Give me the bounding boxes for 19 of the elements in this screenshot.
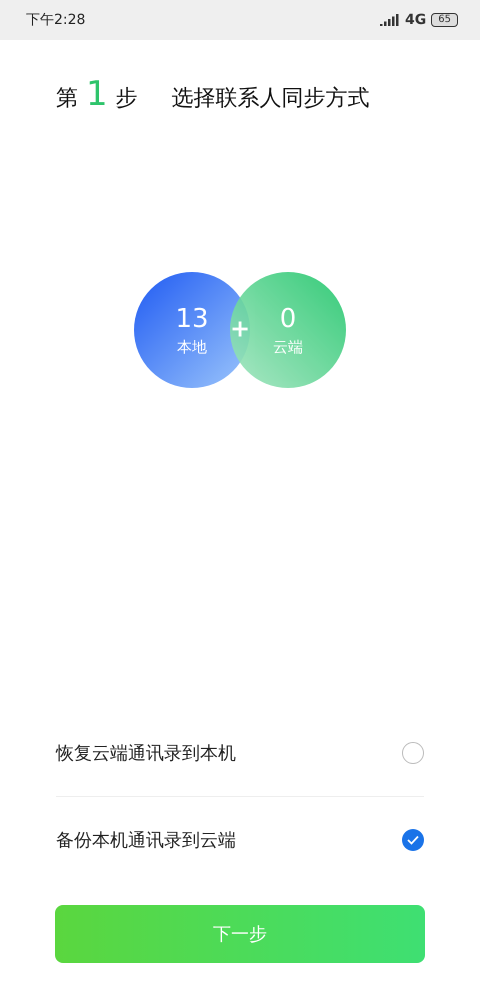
- step-label: 步: [116, 85, 138, 113]
- option-label: 备份本机通讯录到云端: [56, 829, 236, 852]
- next-step-button[interactable]: 下一步: [55, 905, 425, 963]
- page-title: 选择联系人同步方式: [172, 85, 370, 113]
- contact-count: 0: [280, 304, 296, 334]
- status-time: 下午2:28: [26, 11, 86, 29]
- option-label: 恢复云端通讯录到本机: [56, 742, 236, 765]
- check-icon: [407, 835, 419, 845]
- count-label: 本地: [177, 338, 207, 356]
- radio-button[interactable]: [402, 829, 424, 851]
- step-number: 1: [86, 74, 108, 114]
- step-label: 第: [56, 85, 78, 113]
- plus-sign: +: [230, 314, 250, 343]
- network-type: 4G: [405, 12, 426, 28]
- radio-button[interactable]: [402, 742, 424, 764]
- battery-indicator: 65: [431, 13, 458, 27]
- contact-count: 13: [175, 304, 209, 334]
- signal-icon: [380, 14, 400, 26]
- count-label: 云端: [273, 338, 303, 356]
